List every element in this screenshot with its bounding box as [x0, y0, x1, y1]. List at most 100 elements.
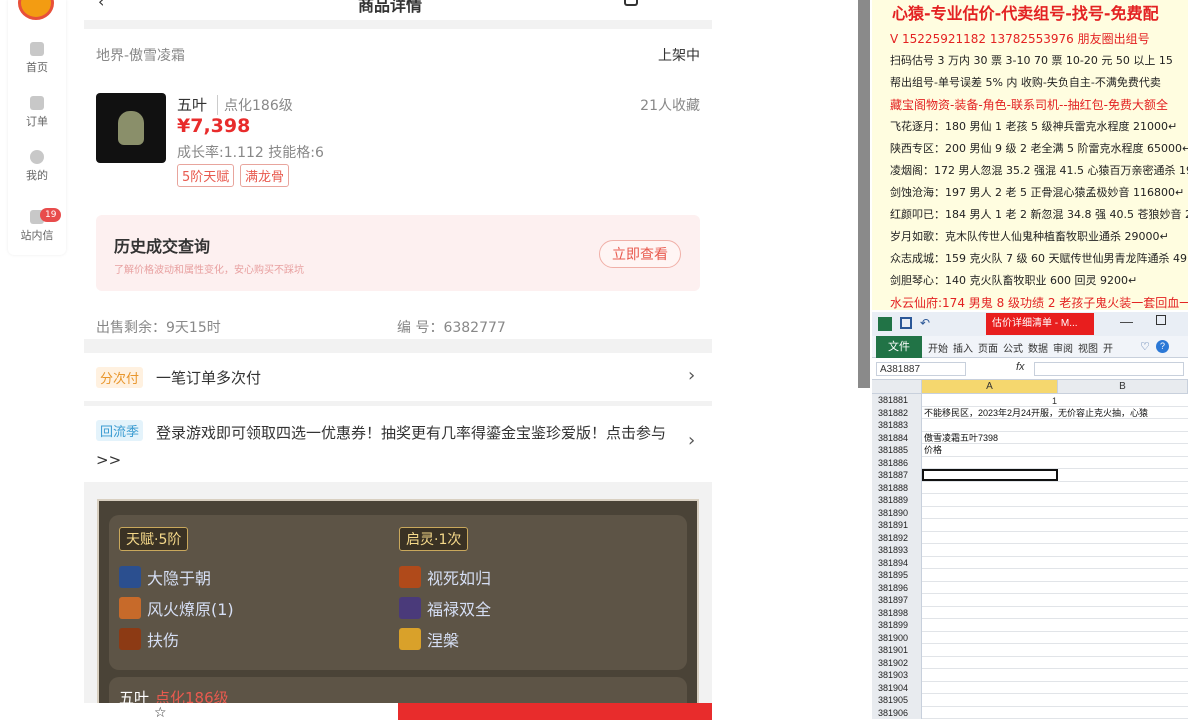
name-box[interactable]: A381887	[876, 362, 966, 376]
table-row[interactable]: 381900	[872, 631, 1188, 644]
col-header-b[interactable]: B	[1058, 380, 1188, 394]
cell-a[interactable]: 傲雪凌霜五叶7398	[924, 432, 998, 445]
header-bar: ‹ 商品详情	[84, 0, 712, 20]
table-row[interactable]: 381891	[872, 519, 1188, 532]
row-number[interactable]: 381881	[872, 394, 922, 407]
row-number[interactable]: 381901	[872, 644, 922, 657]
table-row[interactable]: 381895	[872, 569, 1188, 582]
row-number[interactable]: 381882	[872, 406, 922, 419]
table-row[interactable]: 381897	[872, 594, 1188, 607]
cell-a[interactable]: 价格	[924, 444, 942, 457]
maximize-icon[interactable]	[1156, 315, 1166, 325]
history-button[interactable]: 立即查看	[599, 240, 681, 268]
excel-tab[interactable]: 开始	[928, 340, 948, 355]
corner-cell[interactable]	[872, 380, 922, 394]
excel-tab[interactable]: 页面	[978, 340, 998, 355]
undo-icon[interactable]: ↶	[920, 316, 930, 330]
excel-tab[interactable]: 开	[1103, 340, 1113, 355]
nav-home-label: 首页	[26, 61, 48, 74]
row-number[interactable]: 381887	[872, 469, 922, 482]
row-number[interactable]: 381889	[872, 494, 922, 507]
notes-line: 众志成城：159 克火队 7 级 60 天赋传世仙男青龙阵通杀 49	[890, 252, 1187, 265]
nav-home[interactable]: 首页	[8, 42, 66, 75]
table-row[interactable]: 381889	[872, 494, 1188, 507]
excel-tab[interactable]: 插入	[953, 340, 973, 355]
skill-left-3[interactable]: 扶伤	[119, 627, 179, 651]
row-number[interactable]: 381891	[872, 519, 922, 532]
row-number[interactable]: 381892	[872, 531, 922, 544]
row-number[interactable]: 381906	[872, 706, 922, 719]
table-row[interactable]: 381903	[872, 669, 1188, 682]
table-row[interactable]: 381898	[872, 606, 1188, 619]
excel-tab[interactable]: 视图	[1078, 340, 1098, 355]
excel-tab[interactable]: 审阅	[1053, 340, 1073, 355]
row-number[interactable]: 381898	[872, 606, 922, 619]
row-number[interactable]: 381885	[872, 444, 922, 457]
installment-row[interactable]: 分次付 一笔订单多次付 ›	[84, 353, 712, 401]
row-number[interactable]: 381903	[872, 669, 922, 682]
row-number[interactable]: 381902	[872, 656, 922, 669]
row-number[interactable]: 381888	[872, 481, 922, 494]
row-number[interactable]: 381899	[872, 619, 922, 632]
table-row[interactable]: 381902	[872, 656, 1188, 669]
row-number[interactable]: 381883	[872, 419, 922, 432]
skill-right-2[interactable]: 福禄双全	[399, 596, 491, 620]
left-nav: 首页 订单 我的 19 站内信	[8, 0, 66, 255]
share-icon[interactable]	[624, 0, 638, 6]
skill-right-1[interactable]: 视死如归	[399, 565, 491, 589]
save-icon[interactable]	[900, 317, 912, 329]
table-row[interactable]: 381901	[872, 644, 1188, 657]
table-row[interactable]: 381886	[872, 456, 1188, 469]
table-row[interactable]: 381883	[872, 419, 1188, 432]
buy-button[interactable]	[398, 703, 712, 720]
nav-orders[interactable]: 订单	[8, 96, 66, 129]
row-number[interactable]: 381890	[872, 506, 922, 519]
row-number[interactable]: 381886	[872, 456, 922, 469]
table-row[interactable]: 381881	[872, 394, 1188, 407]
table-row[interactable]: 381896	[872, 581, 1188, 594]
table-row[interactable]: 381890	[872, 506, 1188, 519]
scrollbar[interactable]	[858, 0, 870, 388]
nav-inbox[interactable]: 19 站内信	[8, 208, 66, 243]
row-number[interactable]: 381897	[872, 594, 922, 607]
table-row[interactable]: 381894	[872, 556, 1188, 569]
excel-tab[interactable]: 数据	[1028, 340, 1048, 355]
row-number[interactable]: 381904	[872, 681, 922, 694]
table-row[interactable]: 381904	[872, 681, 1188, 694]
table-row[interactable]: 381905	[872, 694, 1188, 707]
chevron-down-icon[interactable]: ♡	[1140, 340, 1150, 353]
table-row[interactable]: 381887	[872, 469, 1188, 482]
help-icon[interactable]: ?	[1156, 340, 1169, 353]
excel-file-tab[interactable]: 文件	[876, 336, 922, 358]
row-number[interactable]: 381900	[872, 631, 922, 644]
table-row[interactable]: 381885 价格	[872, 444, 1188, 457]
row-number[interactable]: 381896	[872, 581, 922, 594]
minimize-icon[interactable]: —	[1120, 314, 1133, 329]
formula-input[interactable]	[1034, 362, 1184, 376]
row-number[interactable]: 381894	[872, 556, 922, 569]
excel-window: ↶ 估价详细清单 - M... — 文件 开始 插入 页面 公式 数据 审阅 视图开 ♡ ?…	[872, 312, 1188, 720]
cell-a[interactable]	[922, 469, 1058, 481]
row-number[interactable]: 381905	[872, 694, 922, 707]
star-icon[interactable]: ☆	[154, 705, 167, 721]
skill-right-3[interactable]: 涅槃	[399, 627, 459, 651]
promo-row[interactable]: 回流季 登录游戏即可领取四选一优惠券！抽奖更有几率得鎏金宝鉴珍爱版！点击参与>>…	[84, 406, 712, 482]
skill-left-1[interactable]: 大隐于朝	[119, 565, 211, 589]
nav-mine[interactable]: 我的	[8, 150, 66, 183]
col-header-a[interactable]: A	[922, 380, 1058, 394]
row-number[interactable]: 381895	[872, 569, 922, 582]
cell-a[interactable]: 不能移民区，2023年2月24开服，无价容止克火抽，心猿	[924, 407, 1148, 420]
table-row[interactable]: 381906	[872, 706, 1188, 719]
skill-left-2[interactable]: 风火燎原(1)	[119, 596, 234, 620]
back-icon[interactable]: ‹	[98, 0, 104, 11]
table-row[interactable]: 381893	[872, 544, 1188, 557]
table-row[interactable]: 381899	[872, 619, 1188, 632]
excel-tab[interactable]: 公式	[1003, 340, 1023, 355]
row-number[interactable]: 381893	[872, 544, 922, 557]
table-row[interactable]: 381892	[872, 531, 1188, 544]
table-row[interactable]: 381882 不能移民区，2023年2月24开服，无价容止克火抽，心猿	[872, 406, 1188, 420]
tag-talent: 5阶天赋	[177, 164, 235, 187]
row-number[interactable]: 381884	[872, 431, 922, 444]
table-row[interactable]: 381884 傲雪凌霜五叶7398	[872, 431, 1188, 445]
table-row[interactable]: 381888	[872, 481, 1188, 494]
